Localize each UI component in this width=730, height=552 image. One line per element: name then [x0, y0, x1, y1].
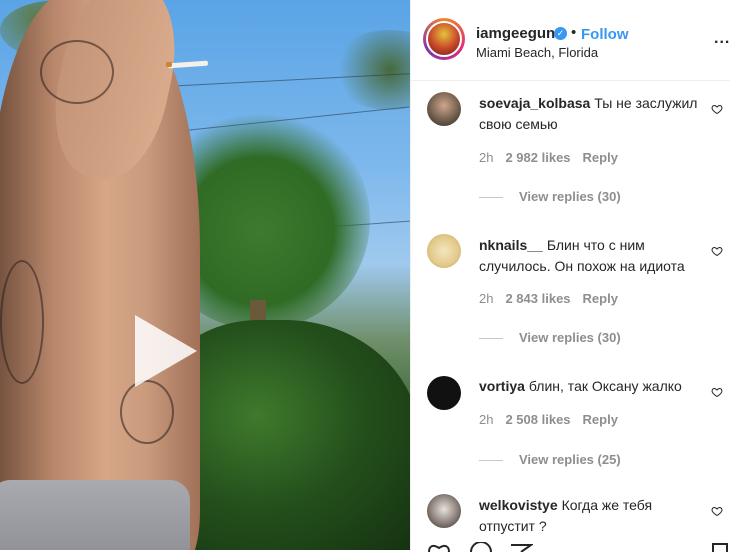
comment-text: vortiya блин, так Оксану жалко — [479, 376, 699, 397]
commenter-avatar[interactable] — [427, 494, 461, 528]
post-header: iamgeegun ✓ • Follow Miami Beach, Florid… — [411, 0, 730, 81]
more-options-icon[interactable]: ... — [714, 30, 730, 48]
comment-text: nknails__ Блин что с ним случилось. Он по… — [479, 235, 699, 277]
view-replies-button[interactable]: View replies (30) — [479, 189, 621, 204]
comment-time: 2h — [479, 150, 494, 165]
commenter-avatar[interactable] — [427, 376, 461, 410]
heart-icon[interactable] — [711, 245, 723, 257]
tattoo — [0, 260, 44, 384]
comment-text: soevaja_kolbasa Ты не заслужил свою семью — [479, 93, 699, 135]
palm-foliage — [330, 30, 410, 110]
bookmark-icon[interactable] — [711, 542, 729, 552]
reply-button[interactable]: Reply — [583, 150, 618, 165]
post-username[interactable]: iamgeegun — [476, 25, 555, 42]
follow-button[interactable]: Follow — [581, 26, 629, 43]
view-replies-button[interactable]: View replies (30) — [479, 330, 621, 345]
comment-body: блин, так Оксану жалко — [528, 378, 682, 394]
heart-icon[interactable] — [711, 505, 723, 517]
comment-likes[interactable]: 2 508 likes — [505, 412, 570, 427]
comment-username[interactable]: welkovistye — [479, 497, 558, 513]
separator-dot: • — [571, 24, 577, 41]
heart-icon[interactable] — [711, 103, 723, 115]
comment-username[interactable]: nknails__ — [479, 237, 543, 253]
reply-button[interactable]: Reply — [583, 412, 618, 427]
comment-time: 2h — [479, 412, 494, 427]
tattoo — [120, 380, 174, 444]
divider-line — [479, 197, 503, 199]
divider-line — [479, 460, 503, 462]
heart-icon[interactable] — [427, 542, 451, 552]
divider-line — [479, 338, 503, 340]
view-replies-label: View replies (30) — [519, 189, 621, 204]
comment-text: welkovistye Когда же тебя отпустит ? — [479, 495, 699, 537]
comment-meta: 2h 2 508 likes Reply — [479, 412, 630, 427]
comment-icon[interactable] — [469, 542, 493, 552]
action-bar — [411, 538, 730, 552]
heart-icon[interactable] — [711, 386, 723, 398]
view-replies-button[interactable]: View replies (25) — [479, 452, 621, 467]
avatar-image — [426, 21, 462, 57]
cigarette-tip — [166, 62, 172, 67]
comment-time: 2h — [479, 291, 494, 306]
comment-meta: 2h 2 843 likes Reply — [479, 291, 630, 306]
comment-likes[interactable]: 2 843 likes — [505, 291, 570, 306]
shorts — [0, 480, 190, 550]
view-replies-label: View replies (25) — [519, 452, 621, 467]
comment-username[interactable]: vortiya — [479, 378, 525, 394]
play-icon[interactable] — [135, 315, 197, 387]
profile-avatar[interactable] — [423, 18, 465, 60]
commenter-avatar[interactable] — [427, 234, 461, 268]
commenter-avatar[interactable] — [427, 92, 461, 126]
comment-likes[interactable]: 2 982 likes — [505, 150, 570, 165]
post-side-panel: iamgeegun ✓ • Follow Miami Beach, Florid… — [410, 0, 730, 552]
comment-username[interactable]: soevaja_kolbasa — [479, 95, 590, 111]
share-icon[interactable] — [509, 542, 533, 552]
comment-meta: 2h 2 982 likes Reply — [479, 150, 630, 165]
verified-badge-icon: ✓ — [554, 27, 567, 40]
post-location[interactable]: Miami Beach, Florida — [476, 45, 598, 60]
reply-button[interactable]: Reply — [583, 291, 618, 306]
post-video[interactable] — [0, 0, 410, 550]
view-replies-label: View replies (30) — [519, 330, 621, 345]
tattoo — [40, 40, 114, 104]
